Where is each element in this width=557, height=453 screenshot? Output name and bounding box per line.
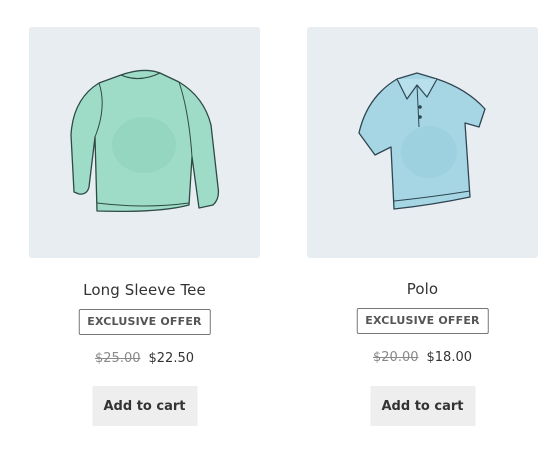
- long-sleeve-tee-icon: [70, 69, 220, 213]
- exclusive-offer-badge: EXCLUSIVE OFFER: [78, 309, 211, 335]
- exclusive-offer-badge: EXCLUSIVE OFFER: [356, 308, 489, 334]
- product-image-link[interactable]: [307, 27, 538, 258]
- sale-price: $18.00: [426, 350, 473, 365]
- regular-price: $25.00: [95, 351, 141, 366]
- product-price: $20.00 $18.00: [307, 350, 538, 365]
- product-price: $25.00 $22.50: [29, 351, 260, 366]
- add-to-cart-button[interactable]: Add to cart: [370, 386, 475, 426]
- product-title[interactable]: Polo: [307, 280, 538, 298]
- polo-shirt-icon: [358, 72, 486, 210]
- sale-price: $22.50: [148, 351, 195, 366]
- regular-price: $20.00: [373, 350, 419, 365]
- product-title[interactable]: Long Sleeve Tee: [29, 281, 260, 299]
- add-to-cart-button[interactable]: Add to cart: [92, 386, 197, 426]
- product-image-link[interactable]: [29, 27, 260, 258]
